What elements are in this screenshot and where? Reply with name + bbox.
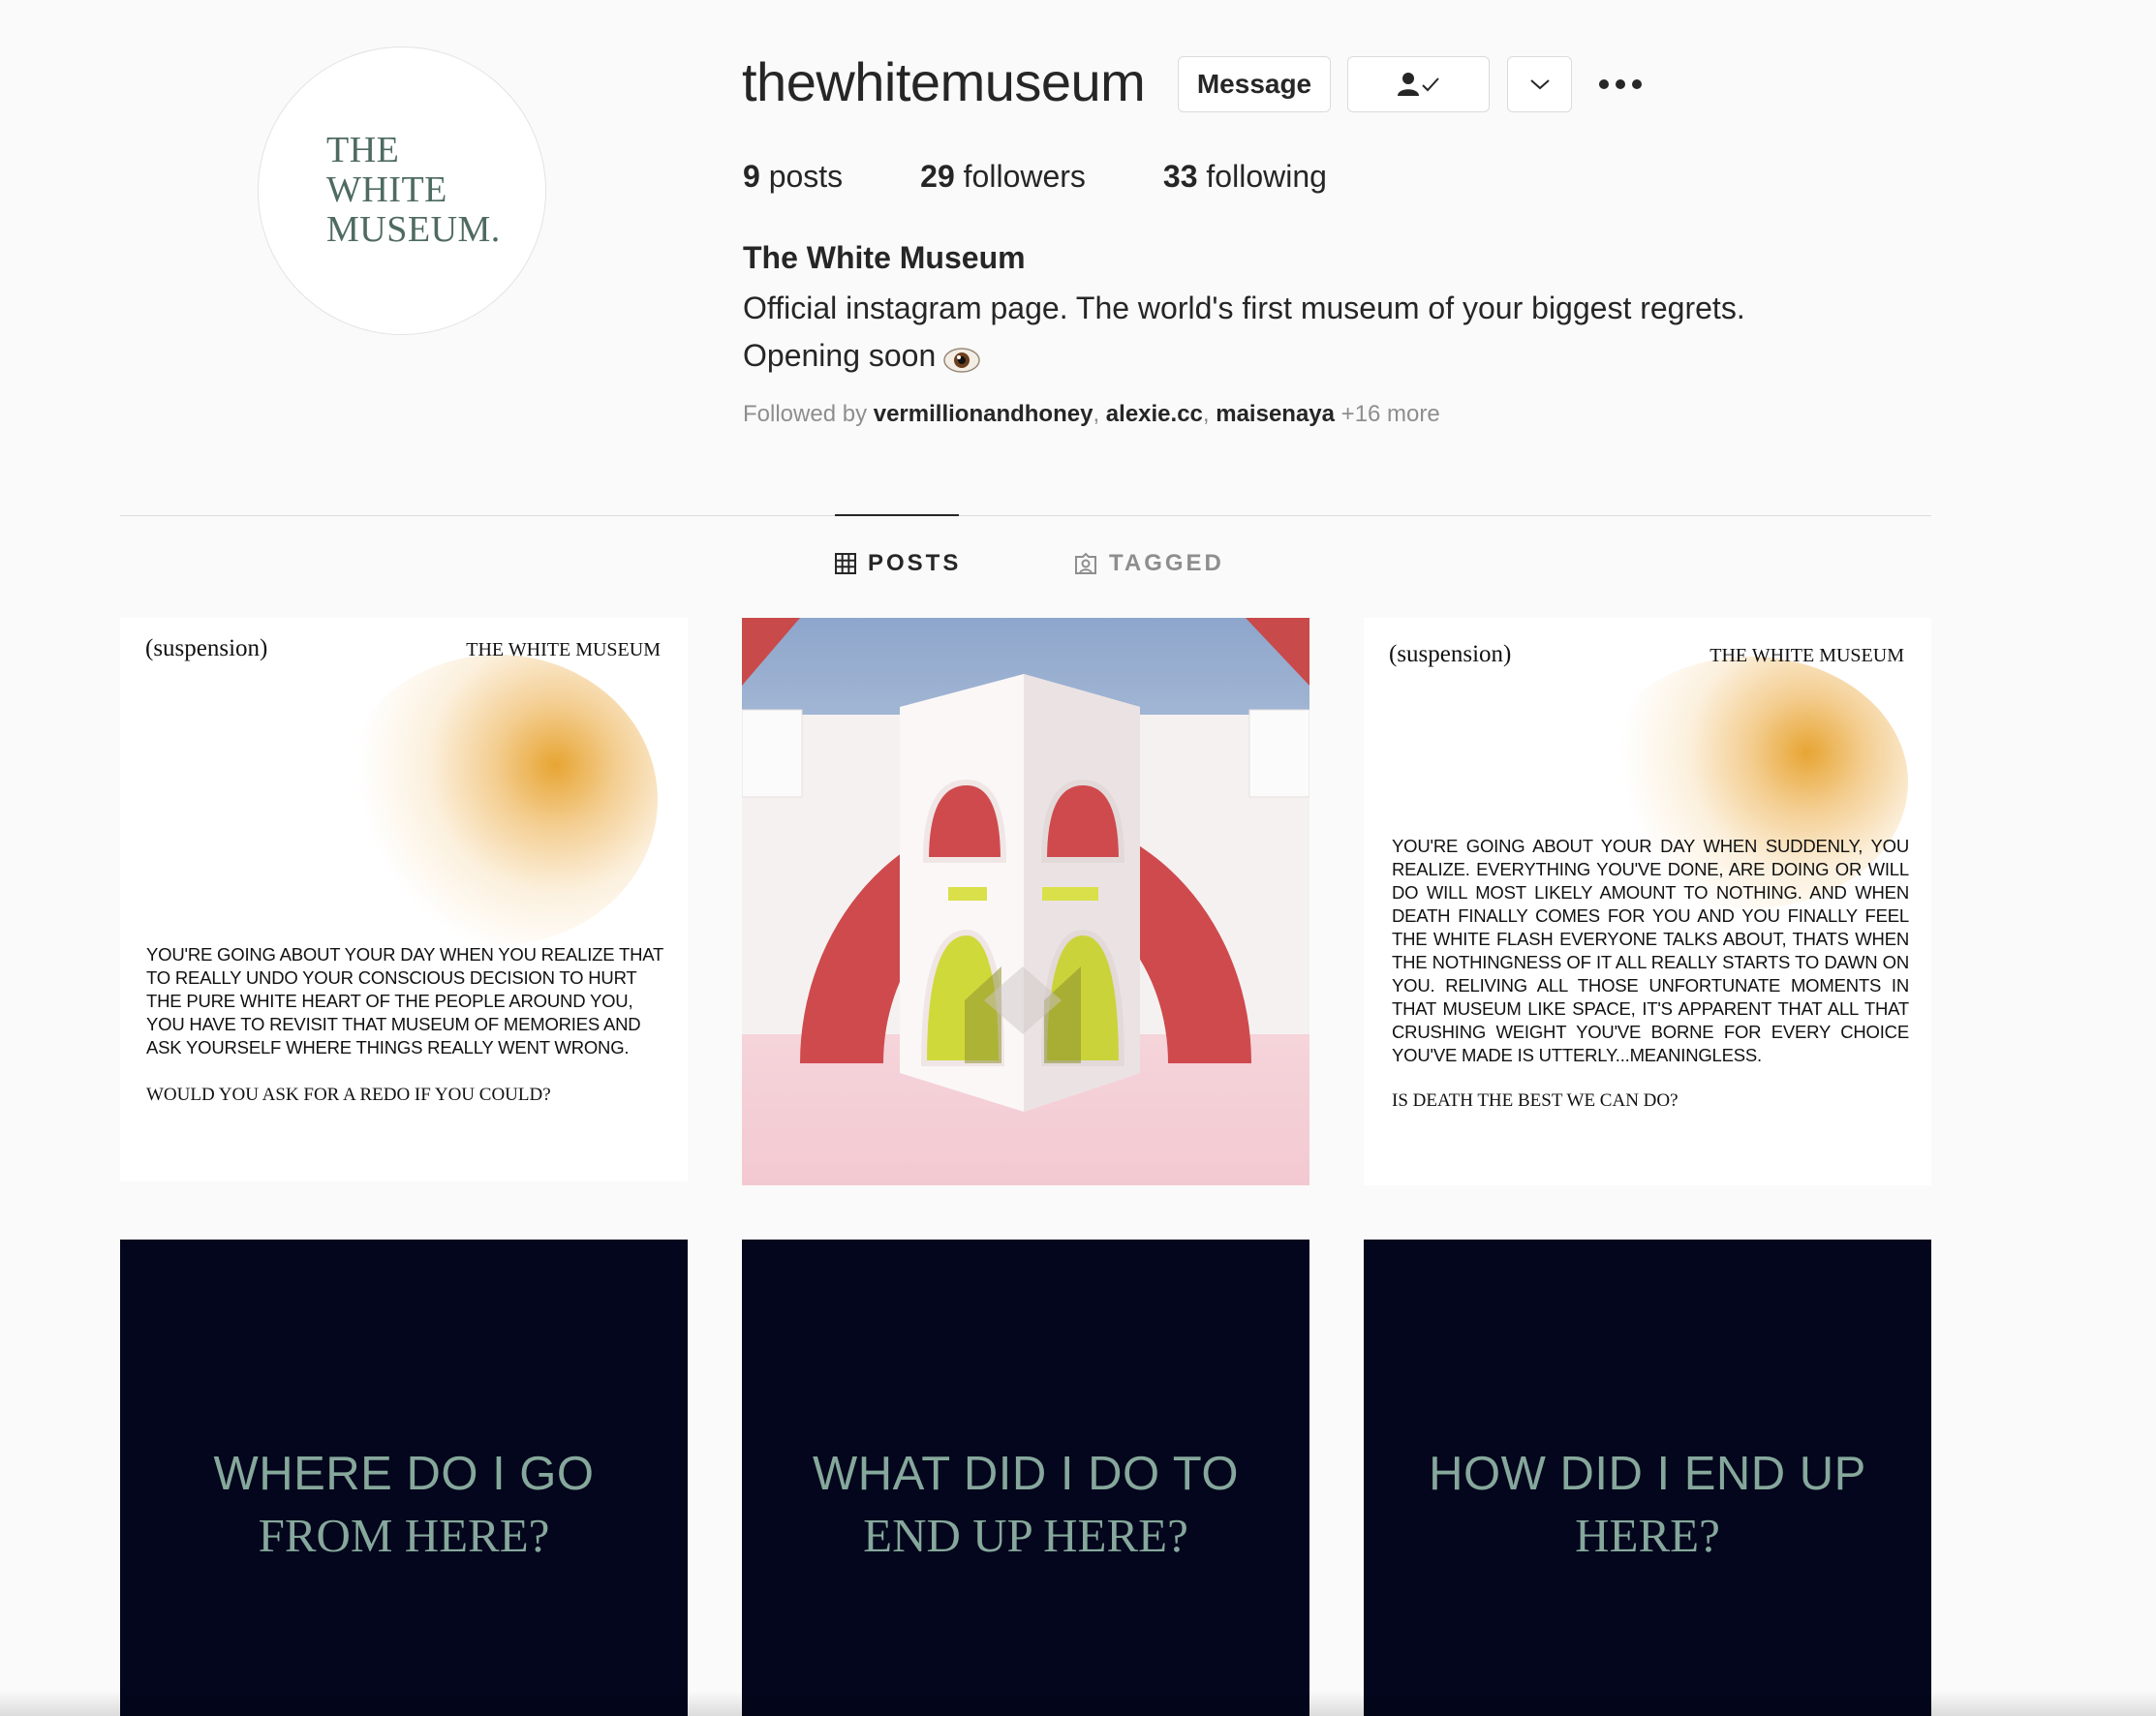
tab-posts-label: POSTS <box>868 550 962 576</box>
bio-line: Official instagram page. The world's fir… <box>743 291 1745 325</box>
post-body-text: YOU'RE GOING ABOUT YOUR DAY WHEN SUDDENL… <box>1392 836 1909 1065</box>
post-text-line: WHAT DID I DO TO <box>813 1448 1239 1500</box>
followed-by-more[interactable]: +16 more <box>1341 401 1440 427</box>
following-link[interactable]: 33 following <box>1163 159 1327 195</box>
profile-stats: 9 posts 29 followers 33 following <box>743 159 1404 195</box>
tab-tagged[interactable]: TAGGED <box>1074 550 1224 577</box>
profile-avatar[interactable]: THE WHITE MUSEUM. <box>258 46 546 335</box>
post-question-text: WOULD YOU ASK FOR A REDO IF YOU COULD? <box>146 1085 551 1105</box>
more-dots-icon <box>1599 79 1642 89</box>
profile-username: thewhitemuseum <box>742 51 1146 112</box>
followed-by[interactable]: Followed by vermillionandhoney, alexie.c… <box>743 401 1440 428</box>
bio-line: Opening soon <box>743 338 937 373</box>
post-body-text: YOU'RE GOING ABOUT YOUR DAY WHEN YOU REA… <box>146 944 663 1057</box>
grid-icon <box>835 553 856 574</box>
post-text-line: WHERE DO I GO <box>213 1448 595 1500</box>
tabs-divider <box>120 515 1931 516</box>
post-tile[interactable] <box>742 618 1309 1185</box>
orange-orb-graphic <box>338 655 658 945</box>
avatar-logo-line: THE <box>326 130 400 170</box>
suggested-dropdown-button[interactable] <box>1507 56 1572 112</box>
post-header-left: (suspension) <box>1389 641 1512 667</box>
post-question-text: WHERE DO I GO FROM HERE? <box>120 1443 688 1567</box>
post-text-line: HOW DID I END UP <box>1429 1448 1866 1500</box>
avatar-logo: THE WHITE MUSEUM. <box>326 131 501 250</box>
tagged-icon <box>1075 552 1096 574</box>
avatar-logo-line: WHITE <box>326 169 447 210</box>
post-tile[interactable]: (suspension) THE WHITE MUSEUM YOU'RE GOI… <box>120 618 688 1181</box>
museum-render-image <box>742 618 1309 1185</box>
post-question-text: IS DEATH THE BEST WE CAN DO? <box>1392 1090 1679 1111</box>
post-question-text: WHAT DID I DO TO END UP HERE? <box>742 1443 1309 1567</box>
posts-count-value: 9 <box>743 159 760 194</box>
posts-count-label: posts <box>768 159 844 194</box>
followed-by-user[interactable]: alexie.cc <box>1106 401 1203 427</box>
followed-by-user[interactable]: vermillionandhoney <box>874 401 1093 427</box>
message-button[interactable]: Message <box>1178 56 1331 112</box>
posts-count: 9 posts <box>743 159 843 195</box>
chevron-down-icon <box>1529 79 1550 90</box>
followed-by-user[interactable]: maisenaya <box>1216 401 1335 427</box>
bio-line-opening: Opening soon <box>743 332 1905 380</box>
profile-bio: Official instagram page. The world's fir… <box>743 285 1905 380</box>
followers-count-label: followers <box>963 159 1086 194</box>
more-options-button[interactable] <box>1596 62 1645 107</box>
post-tile[interactable]: HOW DID I END UP HERE? <box>1364 1240 1931 1716</box>
post-header-right: THE WHITE MUSEUM <box>466 639 661 660</box>
profile-full-name: The White Museum <box>743 240 1026 275</box>
active-tab-indicator <box>835 514 959 516</box>
followers-link[interactable]: 29 followers <box>920 159 1086 195</box>
post-tile[interactable]: (suspension) THE WHITE MUSEUM YOU'RE GOI… <box>1364 618 1931 1185</box>
following-person-icon <box>1397 73 1439 96</box>
post-header-right: THE WHITE MUSEUM <box>1709 645 1904 666</box>
following-button[interactable] <box>1347 56 1490 112</box>
followed-by-prefix: Followed by <box>743 401 868 427</box>
followers-count-value: 29 <box>920 159 955 194</box>
following-count-value: 33 <box>1162 159 1198 194</box>
post-header-left: (suspension) <box>145 635 268 661</box>
post-text-line: FROM HERE? <box>258 1509 550 1562</box>
post-question-text: HOW DID I END UP HERE? <box>1364 1443 1931 1567</box>
avatar-logo-line: MUSEUM. <box>326 209 501 250</box>
post-tile[interactable]: WHERE DO I GO FROM HERE? <box>120 1240 688 1716</box>
tab-tagged-label: TAGGED <box>1109 550 1224 576</box>
tab-posts[interactable]: POSTS <box>835 550 961 577</box>
post-tile[interactable]: WHAT DID I DO TO END UP HERE? <box>742 1240 1309 1716</box>
window-bottom-shadow <box>0 1691 2156 1716</box>
post-text-line: END UP HERE? <box>863 1509 1188 1562</box>
following-count-label: following <box>1206 159 1327 194</box>
post-text-line: HERE? <box>1575 1509 1720 1562</box>
eye-emoji-icon <box>943 341 981 373</box>
